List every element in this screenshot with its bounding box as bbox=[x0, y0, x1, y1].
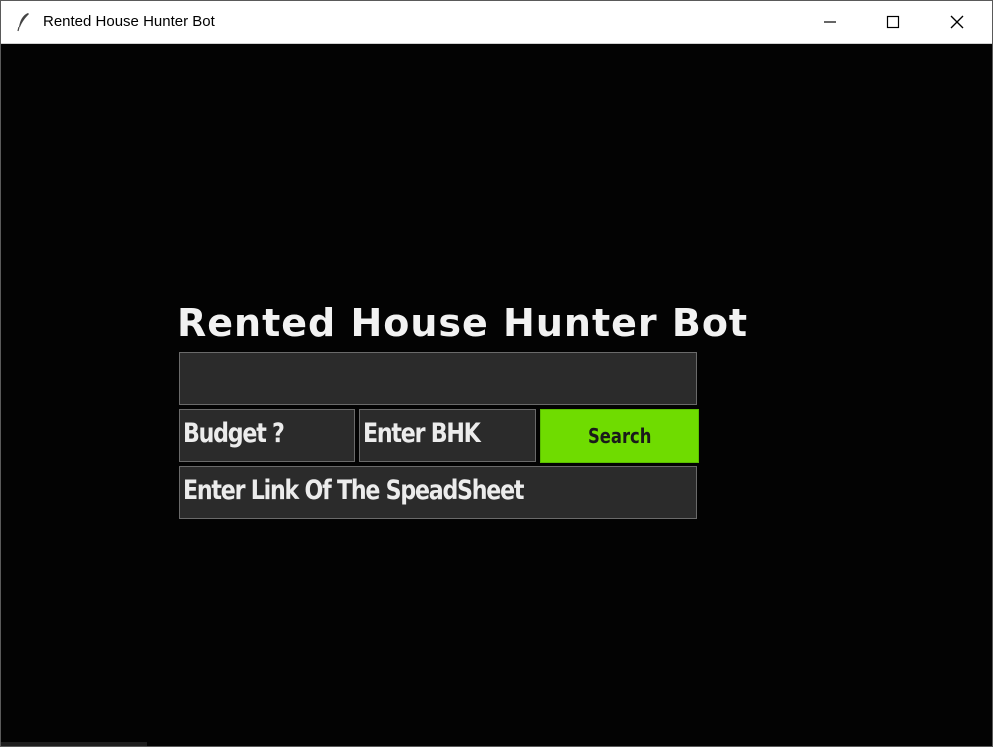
spreadsheet-link-input[interactable]: Enter Link Of The SpeadSheet bbox=[179, 466, 697, 519]
location-input[interactable] bbox=[179, 352, 697, 405]
bottom-left-edge bbox=[1, 742, 147, 746]
maximize-button[interactable] bbox=[862, 1, 924, 43]
bhk-input-value: Enter BHK bbox=[363, 418, 481, 449]
feather-icon bbox=[17, 13, 29, 32]
minimize-icon bbox=[824, 21, 836, 23]
close-button[interactable] bbox=[926, 1, 988, 43]
search-button[interactable]: Search bbox=[540, 409, 699, 463]
budget-input[interactable]: Budget ? bbox=[179, 409, 355, 462]
search-button-label: Search bbox=[587, 424, 652, 448]
app-content: Rented House Hunter Bot Budget ? Enter B… bbox=[1, 44, 992, 746]
app-window: Rented House Hunter Bot Rented House Hun… bbox=[0, 0, 993, 747]
title-bar[interactable]: Rented House Hunter Bot bbox=[1, 1, 992, 44]
spreadsheet-link-input-value: Enter Link Of The SpeadSheet bbox=[183, 475, 524, 506]
budget-input-value: Budget ? bbox=[183, 418, 285, 449]
app-heading: Rented House Hunter Bot bbox=[177, 301, 749, 345]
maximize-icon bbox=[886, 15, 900, 29]
close-icon bbox=[950, 15, 964, 29]
window-title: Rented House Hunter Bot bbox=[43, 13, 215, 30]
minimize-button[interactable] bbox=[799, 1, 861, 43]
bhk-input[interactable]: Enter BHK bbox=[359, 409, 536, 462]
